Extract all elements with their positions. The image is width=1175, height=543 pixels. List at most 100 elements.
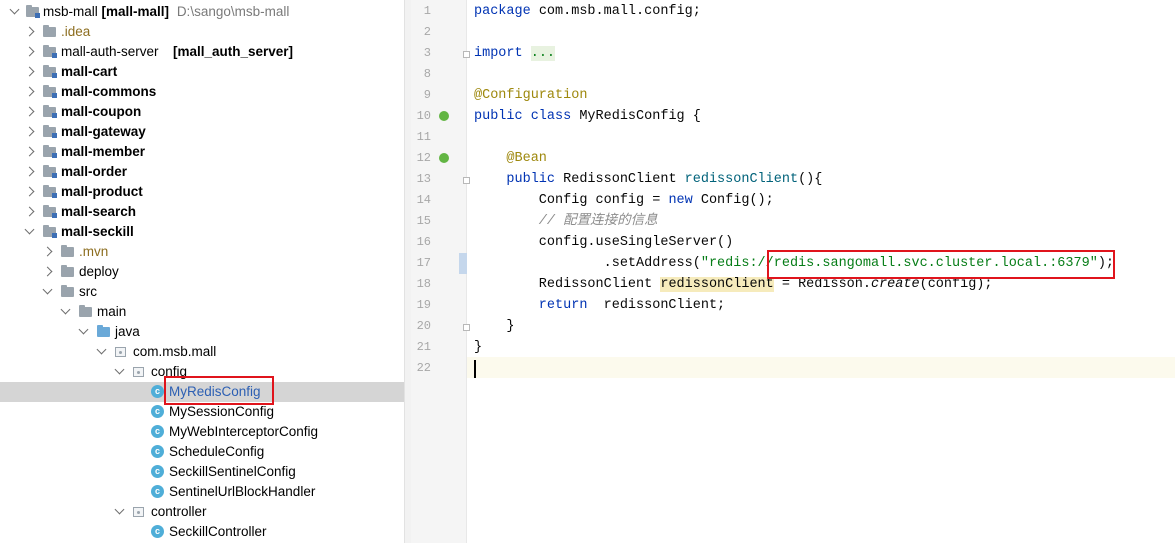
- tree-item-mall-order[interactable]: mall-order: [0, 162, 404, 182]
- tree-item-label: com.msb.mall: [133, 344, 217, 359]
- module-folder-icon: [43, 85, 57, 98]
- code-token: (config);: [919, 277, 993, 292]
- code-token: @Bean: [474, 151, 547, 166]
- line-number: 1: [423, 4, 431, 18]
- code-line: @Configuration: [474, 85, 587, 106]
- tree-item-label: ScheduleConfig: [169, 444, 265, 459]
- chevron-right-icon[interactable]: [24, 86, 35, 97]
- module-folder-icon: [43, 45, 57, 58]
- fold-toggle-icon[interactable]: [463, 324, 470, 331]
- tree-item-mall-seckill[interactable]: mall-seckill: [0, 222, 404, 242]
- chevron-right-icon[interactable]: [42, 246, 53, 257]
- tree-item-seckillsentinelconfig[interactable]: c SeckillSentinelConfig: [0, 462, 404, 482]
- line-number: 17: [416, 256, 431, 270]
- chevron-right-icon[interactable]: [24, 26, 35, 37]
- fold-toggle-icon[interactable]: [463, 51, 470, 58]
- spring-bean-icon[interactable]: [439, 153, 449, 163]
- chevron-right-icon[interactable]: [24, 46, 35, 57]
- tree-item-mall-commons[interactable]: mall-commons: [0, 82, 404, 102]
- chevron-down-icon[interactable]: [60, 304, 71, 315]
- code-line: import ...: [474, 43, 556, 64]
- code-line: return redissonClient;: [474, 295, 725, 316]
- tree-splitter[interactable]: [404, 0, 411, 543]
- tree-item-src[interactable]: src: [0, 282, 404, 302]
- tree-item-controller[interactable]: controller: [0, 502, 404, 522]
- code-line: public class MyRedisConfig {: [474, 106, 701, 127]
- tree-item-label: mall-auth-server: [61, 44, 159, 59]
- chevron-right-icon[interactable]: [24, 106, 35, 117]
- project-tree: msb-mall [mall-mall] D:\sango\msb-mall .…: [0, 0, 404, 543]
- tree-item-com-msb-mall[interactable]: com.msb.mall: [0, 342, 404, 362]
- root-name: msb-mall: [43, 4, 98, 19]
- tree-item-java[interactable]: java: [0, 322, 404, 342]
- tree-item-mall-search[interactable]: mall-search: [0, 202, 404, 222]
- tree-root[interactable]: msb-mall [mall-mall] D:\sango\msb-mall: [0, 2, 404, 22]
- chevron-right-icon[interactable]: [24, 146, 35, 157]
- package-icon: [133, 507, 144, 517]
- code-line: // 配置连接的信息: [474, 211, 658, 232]
- tree-item-main[interactable]: main: [0, 302, 404, 322]
- chevron-down-icon[interactable]: [42, 284, 53, 295]
- tree-item-label: mall-search: [61, 204, 137, 219]
- tree-item-mywebinterceptorconfig[interactable]: c MyWebInterceptorConfig: [0, 422, 404, 442]
- tree-item-label: SeckillSentinelConfig: [169, 464, 296, 479]
- chevron-right-icon[interactable]: [24, 206, 35, 217]
- line-number: 3: [423, 46, 431, 60]
- code-token: }: [474, 340, 483, 355]
- code-line: }: [474, 337, 482, 358]
- code-line: package com.msb.mall.config;: [474, 1, 701, 22]
- tree-item-label: deploy: [79, 264, 119, 279]
- code-token: package: [474, 4, 539, 19]
- chevron-right-icon[interactable]: [24, 166, 35, 177]
- line-number: 13: [416, 172, 431, 186]
- code-token: @Configuration: [474, 88, 588, 103]
- chevron-down-icon[interactable]: [78, 324, 89, 335]
- tree-item-mysessionconfig[interactable]: c MySessionConfig: [0, 402, 404, 422]
- tree-item-label: SeckillController: [169, 524, 267, 539]
- root-module: [mall-mall]: [101, 4, 170, 19]
- package-icon: [133, 367, 144, 377]
- code-token: Config();: [700, 193, 774, 208]
- tree-item-mall-product[interactable]: mall-product: [0, 182, 404, 202]
- tree-item-sentinelurlblockhandler[interactable]: c SentinelUrlBlockHandler: [0, 482, 404, 502]
- spring-bean-icon[interactable]: [439, 111, 449, 121]
- code-token: public: [474, 172, 564, 187]
- chevron-right-icon[interactable]: [24, 66, 35, 77]
- code-token: RedissonClient: [474, 277, 661, 292]
- chevron-right-icon[interactable]: [24, 186, 35, 197]
- class-icon: c: [151, 525, 164, 538]
- chevron-right-icon[interactable]: [24, 126, 35, 137]
- code-token: RedissonClient: [563, 172, 685, 187]
- line-number: 19: [416, 298, 431, 312]
- fold-toggle-icon[interactable]: [463, 177, 470, 184]
- tree-item-label: mall-commons: [61, 84, 157, 99]
- tree-item-mall-coupon[interactable]: mall-coupon: [0, 102, 404, 122]
- tree-item-seckillcontroller[interactable]: c SeckillController: [0, 522, 404, 542]
- chevron-down-icon[interactable]: [114, 364, 125, 375]
- line-number: 8: [423, 67, 431, 81]
- chevron-right-icon[interactable]: [42, 266, 53, 277]
- tree-item-mall-auth-server[interactable]: mall-auth-server [mall_auth_server]: [0, 42, 404, 62]
- chevron-down-icon[interactable]: [96, 344, 107, 355]
- line-number: 14: [416, 193, 431, 207]
- current-line-highlight: [467, 357, 1175, 378]
- tree-item-mall-member[interactable]: mall-member: [0, 142, 404, 162]
- annotation-box-file: [164, 376, 274, 405]
- chevron-down-icon[interactable]: [24, 224, 35, 235]
- line-number: 21: [416, 340, 431, 354]
- tree-item-mvn[interactable]: .mvn: [0, 242, 404, 262]
- module-folder-icon: [43, 185, 57, 198]
- line-number: 12: [416, 151, 431, 165]
- tree-item-mall-cart[interactable]: mall-cart: [0, 62, 404, 82]
- module-folder-icon: [26, 5, 40, 18]
- tree-item-label: mall-member: [61, 144, 146, 159]
- source-folder-icon: [97, 325, 110, 337]
- code-token: redissonClient: [660, 277, 774, 292]
- tree-item-idea[interactable]: .idea: [0, 22, 404, 42]
- tree-item-scheduleconfig[interactable]: c ScheduleConfig: [0, 442, 404, 462]
- tree-item-deploy[interactable]: deploy: [0, 262, 404, 282]
- chevron-down-icon[interactable]: [9, 4, 20, 15]
- tree-item-mall-gateway[interactable]: mall-gateway: [0, 122, 404, 142]
- code-token: new: [668, 193, 701, 208]
- chevron-down-icon[interactable]: [114, 504, 125, 515]
